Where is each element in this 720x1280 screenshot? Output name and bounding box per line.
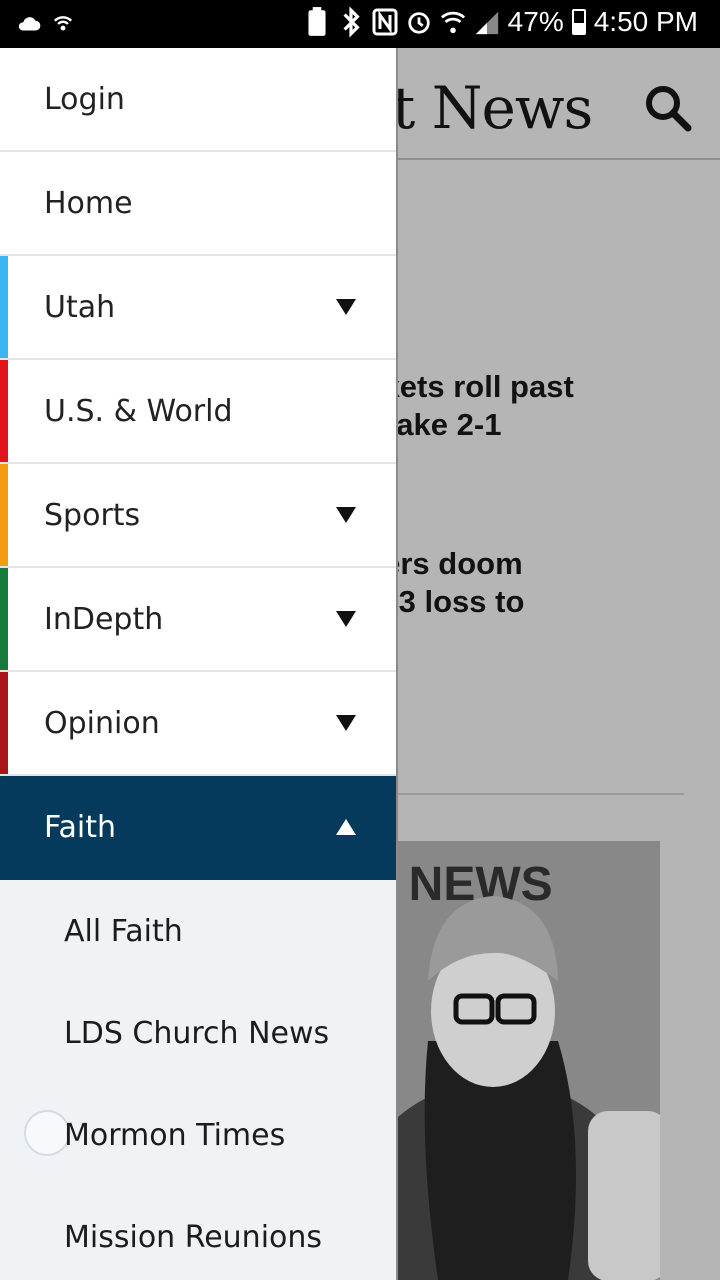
battery-level: [573, 22, 584, 33]
menu-list: Login Home Utah U.S. & World Sports InDepth Op…: [0, 48, 396, 880]
menu-item-label: Sports: [44, 497, 141, 533]
wifi-call-icon: [54, 16, 72, 31]
submenu-item-label: Mormon Times: [64, 1117, 286, 1153]
promo-image[interactable]: ET NEWS: [398, 841, 660, 1280]
search-icon[interactable]: [642, 82, 692, 132]
status-left: [16, 8, 76, 40]
submenu-item-lds-church-news[interactable]: LDS Church News: [0, 982, 396, 1084]
submenu-item-all-faith[interactable]: All Faith: [0, 880, 396, 982]
chevron-down-icon[interactable]: [336, 611, 356, 627]
battery-saver-icon: [308, 7, 326, 36]
chevron-down-icon[interactable]: [336, 299, 356, 315]
menu-item-sports[interactable]: Sports: [0, 464, 396, 568]
submenu-item-label: All Faith: [64, 913, 183, 949]
section-color-stripe: [0, 360, 8, 462]
chevron-down-icon[interactable]: [336, 715, 356, 731]
nfc-icon: [372, 8, 398, 36]
menu-item-label: Login: [44, 81, 125, 117]
menu-item-label: Opinion: [44, 705, 160, 741]
status-bar: 47% 4:50 PM: [0, 0, 720, 48]
chevron-up-icon[interactable]: [336, 819, 356, 835]
submenu-item-label: Mission Reunions: [64, 1219, 323, 1255]
status-right: 47% 4:50 PM: [304, 6, 698, 38]
clock: 4:50 PM: [593, 6, 698, 37]
faith-submenu: All Faith LDS Church News Mormon Times Miss…: [0, 880, 396, 1280]
submenu-item-mission-reunions[interactable]: Mission Reunions: [0, 1186, 396, 1280]
person-illustration: [398, 896, 660, 1280]
divider: [398, 793, 684, 795]
menu-item-label: InDepth: [44, 601, 164, 637]
menu-item-opinion[interactable]: Opinion: [0, 672, 396, 776]
menu-item-indepth[interactable]: InDepth: [0, 568, 396, 672]
menu-item-home[interactable]: Home: [0, 152, 396, 256]
submenu-item-label: LDS Church News: [64, 1015, 330, 1051]
signal-icon: [475, 11, 498, 35]
cloud-icon: [18, 17, 41, 31]
menu-item-u-s-world[interactable]: U.S. & World: [0, 360, 396, 464]
menu-item-label: Home: [44, 185, 133, 221]
chevron-down-icon[interactable]: [336, 507, 356, 523]
section-color-stripe: [0, 568, 8, 670]
submenu-item-mormon-times[interactable]: Mormon Times: [0, 1084, 396, 1186]
menu-item-label: Faith: [44, 809, 116, 845]
battery-icon: [571, 9, 586, 35]
section-color-stripe: [0, 672, 8, 774]
navigation-drawer: Login Home Utah U.S. & World Sports InDepth Op…: [0, 48, 398, 1280]
menu-item-utah[interactable]: Utah: [0, 256, 396, 360]
section-color-stripe: [0, 464, 8, 566]
menu-item-label: Utah: [44, 289, 116, 325]
battery-percent: 47%: [507, 6, 564, 37]
menu-item-faith[interactable]: Faith: [0, 776, 396, 880]
menu-item-label: U.S. & World: [44, 393, 233, 429]
app-logo: t News: [392, 74, 593, 142]
wifi-icon: [440, 11, 465, 34]
section-color-stripe: [0, 256, 8, 358]
bluetooth-icon: [343, 6, 360, 38]
menu-item-login[interactable]: Login: [0, 48, 396, 152]
alarm-icon: [407, 12, 430, 34]
